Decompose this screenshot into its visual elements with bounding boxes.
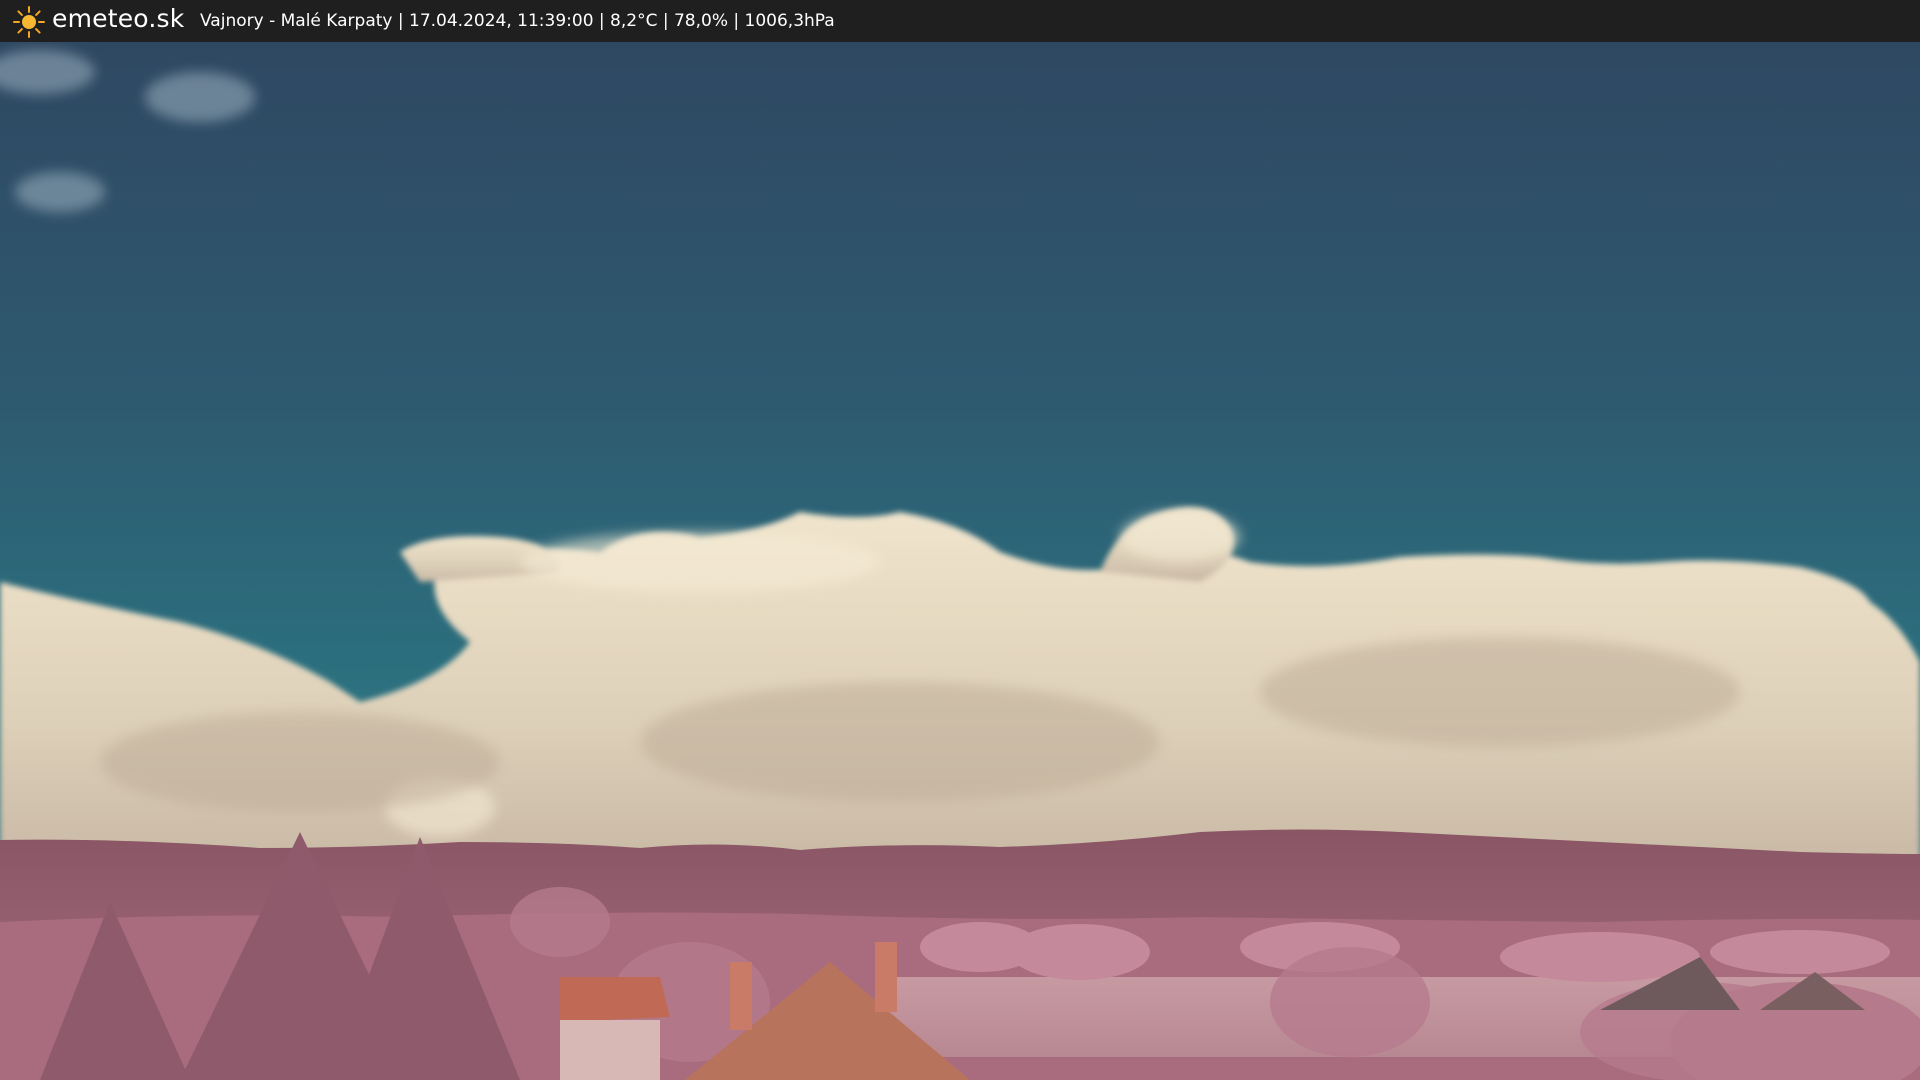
sun-icon	[13, 6, 45, 38]
webcam-image	[0, 42, 1920, 1080]
webcam-caption: Vajnory - Malé Karpaty | 17.04.2024, 11:…	[200, 11, 835, 31]
brand-logo-text: emeteo.sk	[52, 4, 185, 33]
top-bar: emeteo.sk Vajnory - Malé Karpaty | 17.04…	[0, 0, 1920, 42]
landscape-scene	[0, 42, 1920, 1080]
